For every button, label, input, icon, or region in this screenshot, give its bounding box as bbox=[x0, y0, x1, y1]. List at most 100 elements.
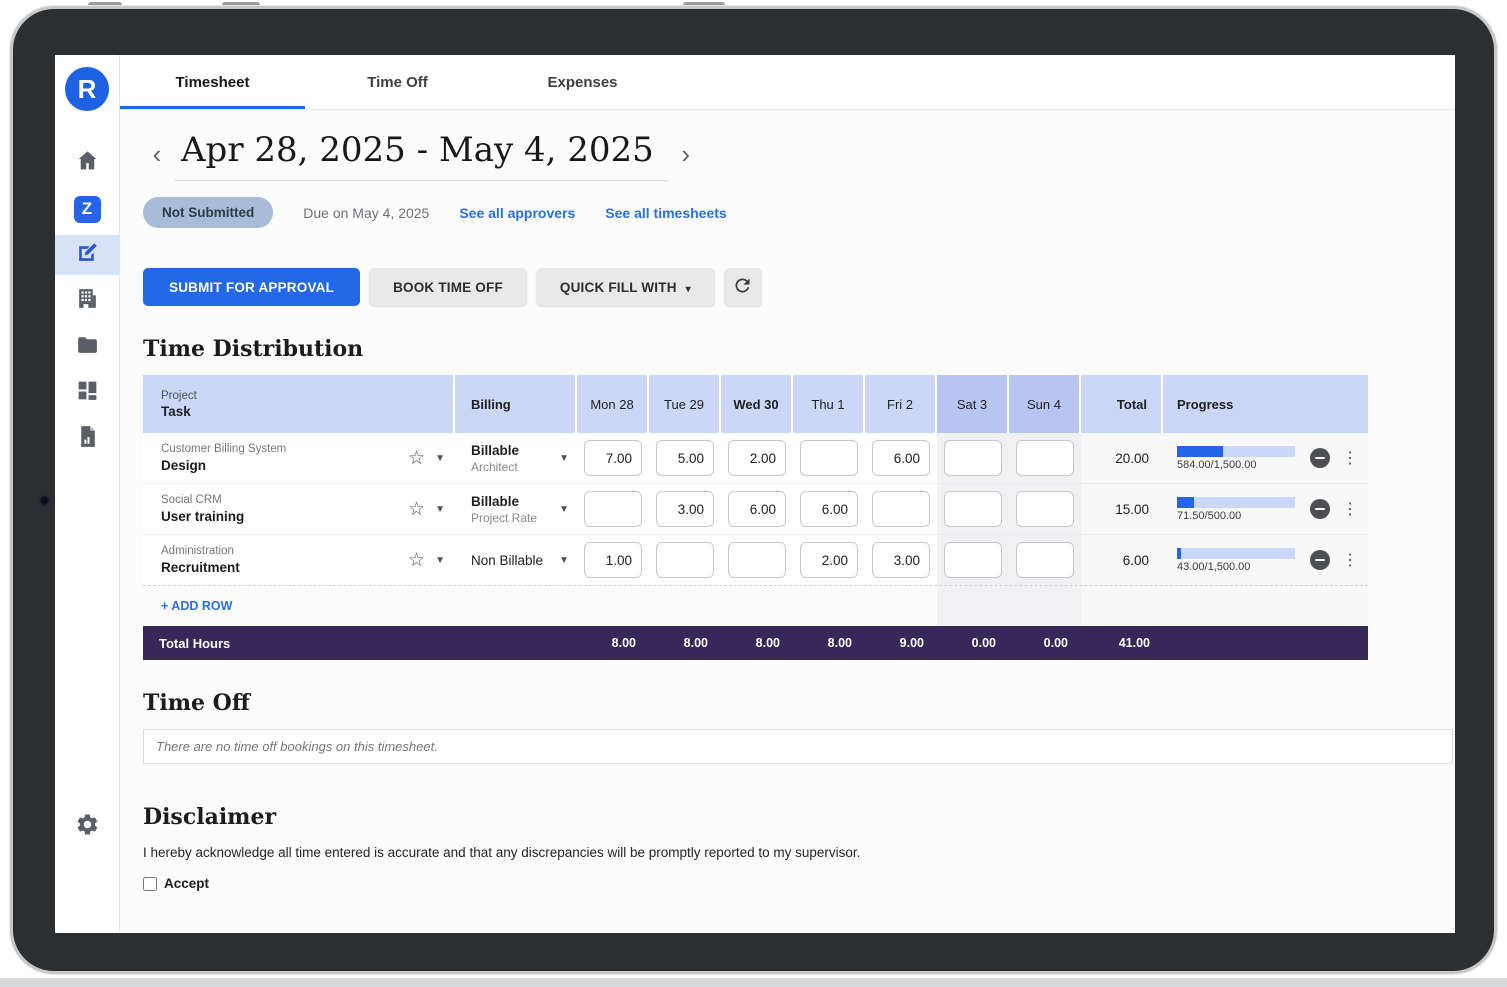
time-off-title: Time Off bbox=[143, 690, 1455, 716]
sidebar-item-settings[interactable] bbox=[55, 807, 120, 847]
kebab-menu-icon[interactable]: ⋮ bbox=[1342, 448, 1358, 468]
hours-input[interactable] bbox=[872, 491, 930, 527]
main-content: ‹ Apr 28, 2025 - May 4, 2025 › Not Submi… bbox=[120, 110, 1455, 933]
hours-input[interactable] bbox=[944, 440, 1002, 476]
sidebar-item-home[interactable] bbox=[55, 143, 120, 183]
column-header-wed-30: Wed 30 bbox=[721, 375, 793, 433]
previous-week-chevron-icon[interactable]: ‹ bbox=[143, 141, 171, 171]
timesheet-edit-icon bbox=[75, 240, 100, 270]
add-row-strip: + ADD ROW bbox=[143, 585, 1368, 626]
task-name: User training bbox=[161, 509, 244, 524]
book-time-off-button[interactable]: BOOK TIME OFF bbox=[369, 268, 527, 306]
hours-input[interactable] bbox=[584, 491, 642, 527]
sidebar: R Z bbox=[55, 55, 120, 933]
remove-row-icon[interactable] bbox=[1310, 448, 1330, 468]
favorite-star-icon[interactable]: ☆ bbox=[408, 447, 425, 470]
hours-input[interactable] bbox=[584, 542, 642, 578]
hours-input[interactable] bbox=[656, 440, 714, 476]
chevron-down-icon[interactable]: ▼ bbox=[435, 555, 445, 566]
add-row-link[interactable]: + ADD ROW bbox=[143, 586, 455, 626]
billing-rate: Project Rate bbox=[471, 511, 537, 525]
sidebar-item-timesheet-active[interactable] bbox=[55, 235, 120, 275]
tab-timesheet[interactable]: Timesheet bbox=[120, 55, 305, 109]
refresh-icon bbox=[732, 275, 753, 299]
task-header-label: Task bbox=[161, 404, 191, 419]
kebab-menu-icon[interactable]: ⋮ bbox=[1342, 499, 1358, 519]
hours-input[interactable] bbox=[944, 491, 1002, 527]
hours-input[interactable] bbox=[872, 440, 930, 476]
favorite-star-icon[interactable]: ☆ bbox=[408, 498, 425, 521]
hours-input[interactable] bbox=[728, 440, 786, 476]
organization-icon bbox=[75, 286, 100, 316]
accept-label: Accept bbox=[164, 876, 209, 891]
sidebar-item-dashboard[interactable] bbox=[55, 373, 120, 413]
project-name: Administration bbox=[161, 545, 240, 557]
footer-day-total: 0.00 bbox=[1009, 626, 1081, 660]
quick-fill-with-button[interactable]: QUICK FILL WITH▾ bbox=[536, 268, 715, 306]
hours-input[interactable] bbox=[656, 491, 714, 527]
hours-input[interactable] bbox=[656, 542, 714, 578]
column-header-total: Total bbox=[1081, 375, 1163, 433]
column-header-mon-28: Mon 28 bbox=[577, 375, 649, 433]
hours-input[interactable] bbox=[728, 542, 786, 578]
app-window: R Z bbox=[55, 55, 1455, 933]
chevron-down-icon[interactable]: ▼ bbox=[559, 555, 569, 566]
billing-type: Non Billable bbox=[471, 553, 543, 568]
kebab-menu-icon[interactable]: ⋮ bbox=[1342, 550, 1358, 570]
sidebar-item-zoho-app[interactable]: Z bbox=[55, 189, 120, 229]
disclaimer-text: I hereby acknowledge all time entered is… bbox=[143, 845, 1455, 860]
see-all-timesheets-link[interactable]: See all timesheets bbox=[605, 205, 726, 221]
chevron-down-icon[interactable]: ▼ bbox=[435, 504, 445, 515]
next-week-chevron-icon[interactable]: › bbox=[672, 141, 700, 171]
column-header-sat-3: Sat 3 bbox=[937, 375, 1009, 433]
table-row: Customer Billing System Design ☆ ▼ Billa… bbox=[143, 433, 1368, 484]
dashboard-icon bbox=[75, 378, 100, 408]
sidebar-item-organization[interactable] bbox=[55, 281, 120, 321]
hours-input[interactable] bbox=[1016, 440, 1074, 476]
sidebar-item-reports[interactable] bbox=[55, 419, 120, 459]
submit-for-approval-button[interactable]: SUBMIT FOR APPROVAL bbox=[143, 268, 360, 306]
row-total: 15.00 bbox=[1081, 484, 1163, 534]
progress-label: 71.50/500.00 bbox=[1177, 510, 1295, 522]
remove-row-icon[interactable] bbox=[1310, 499, 1330, 519]
see-all-approvers-link[interactable]: See all approvers bbox=[459, 205, 575, 221]
progress-bar: 71.50/500.00 bbox=[1177, 497, 1295, 522]
status-badge: Not Submitted bbox=[143, 197, 273, 228]
front-camera bbox=[39, 495, 50, 506]
hours-input[interactable] bbox=[800, 542, 858, 578]
tab-expenses[interactable]: Expenses bbox=[490, 55, 675, 109]
accept-checkbox[interactable] bbox=[143, 877, 157, 891]
sidebar-item-files[interactable] bbox=[55, 327, 120, 367]
hours-input[interactable] bbox=[944, 542, 1002, 578]
due-date-text: Due on May 4, 2025 bbox=[303, 205, 429, 221]
project-name: Customer Billing System bbox=[161, 443, 286, 455]
hours-input[interactable] bbox=[800, 491, 858, 527]
footer-day-total: 8.00 bbox=[649, 626, 721, 660]
refresh-button[interactable] bbox=[724, 268, 762, 306]
progress-label: 584.00/1,500.00 bbox=[1177, 459, 1295, 471]
hours-input[interactable] bbox=[1016, 491, 1074, 527]
tab-time-off[interactable]: Time Off bbox=[305, 55, 490, 109]
remove-row-icon[interactable] bbox=[1310, 550, 1330, 570]
folder-icon bbox=[75, 332, 100, 362]
progress-label: 43.00/1,500.00 bbox=[1177, 561, 1295, 573]
chevron-down-icon[interactable]: ▼ bbox=[435, 453, 445, 464]
avatar[interactable]: R bbox=[65, 67, 109, 111]
row-total: 6.00 bbox=[1081, 535, 1163, 585]
hours-input[interactable] bbox=[584, 440, 642, 476]
project-header-label: Project bbox=[161, 390, 197, 402]
chevron-down-icon: ▾ bbox=[686, 284, 691, 295]
time-distribution-table: Project Task Billing Mon 28 Tue 29 Wed 3… bbox=[143, 375, 1368, 660]
chevron-down-icon[interactable]: ▼ bbox=[559, 453, 569, 464]
hours-input[interactable] bbox=[728, 491, 786, 527]
footer-day-total: 8.00 bbox=[721, 626, 793, 660]
favorite-star-icon[interactable]: ☆ bbox=[408, 549, 425, 572]
zoho-app-icon: Z bbox=[74, 196, 101, 223]
column-header-thu-1: Thu 1 bbox=[793, 375, 865, 433]
chevron-down-icon[interactable]: ▼ bbox=[559, 504, 569, 515]
hours-input[interactable] bbox=[872, 542, 930, 578]
home-icon bbox=[75, 148, 100, 178]
progress-bar: 584.00/1,500.00 bbox=[1177, 446, 1295, 471]
hours-input[interactable] bbox=[800, 440, 858, 476]
hours-input[interactable] bbox=[1016, 542, 1074, 578]
